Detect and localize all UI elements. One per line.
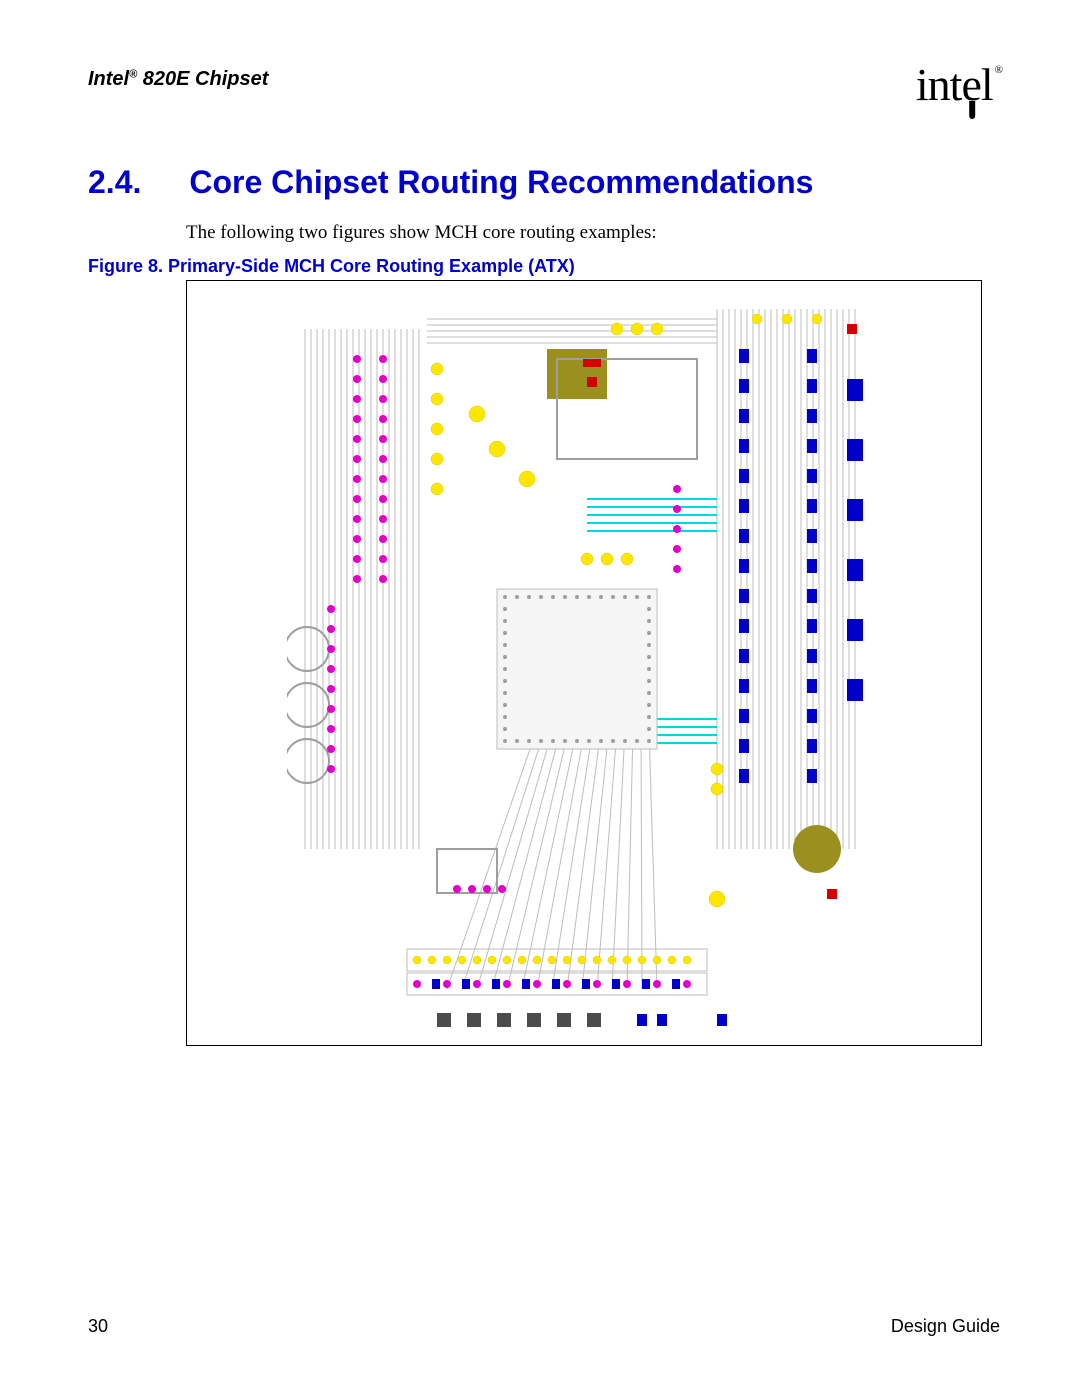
running-header: Intel® 820E Chipset bbox=[88, 68, 268, 91]
pcb-routing-diagram bbox=[287, 289, 883, 1039]
intro-text: The following two figures show MCH core … bbox=[186, 222, 657, 244]
logo-drop bbox=[969, 101, 975, 119]
section-title: Core Chipset Routing Recommendations bbox=[189, 164, 813, 201]
page-number: 30 bbox=[88, 1316, 108, 1337]
figure-caption: Figure 8. Primary-Side MCH Core Routing … bbox=[88, 256, 575, 277]
section-heading: 2.4. Core Chipset Routing Recommendation… bbox=[88, 164, 1000, 201]
intel-logo: intel® bbox=[916, 58, 1000, 111]
logo-text-i: i bbox=[916, 59, 928, 110]
logo-text-l: l bbox=[981, 59, 993, 110]
logo-text-e: e bbox=[961, 58, 980, 111]
header-product: Intel bbox=[88, 68, 129, 90]
section-number: 2.4. bbox=[88, 164, 141, 201]
logo-text-t: t bbox=[950, 59, 962, 110]
header-tail: 820E Chipset bbox=[137, 68, 268, 90]
logo-text-n: n bbox=[928, 59, 950, 110]
footer-doc-title: Design Guide bbox=[891, 1316, 1000, 1337]
figure-frame bbox=[186, 280, 982, 1046]
logo-reg: ® bbox=[995, 64, 1002, 76]
page: Intel® 820E Chipset intel® 2.4. Core Chi… bbox=[0, 0, 1080, 1397]
